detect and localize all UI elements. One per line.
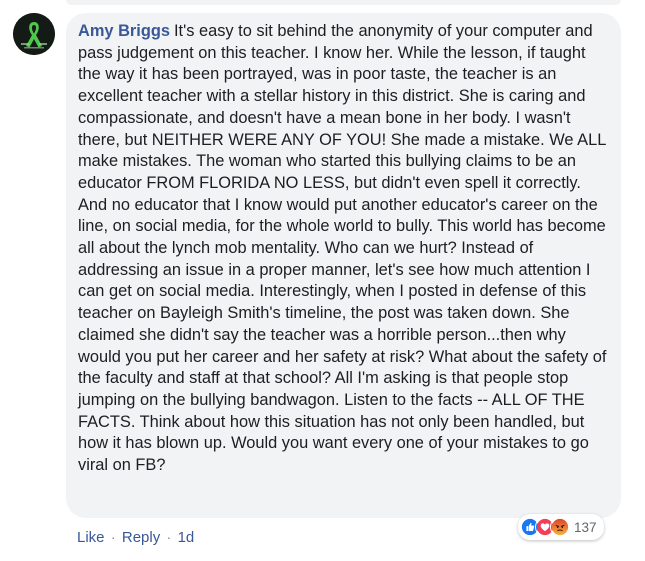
reactions-summary[interactable]: 137 (518, 514, 604, 540)
like-button[interactable]: Like (77, 529, 105, 546)
previous-comment-bubble-edge (66, 0, 621, 5)
action-separator: · (166, 529, 172, 546)
angry-icon (550, 517, 570, 537)
comment-bubble: Amy Briggs It's easy to sit behind the an… (66, 13, 621, 518)
comment-timestamp[interactable]: 1d (178, 529, 195, 546)
comment-text: It's easy to sit behind the anonymity of… (78, 22, 607, 475)
green-awareness-ribbon-icon (13, 13, 55, 55)
action-separator: · (110, 529, 116, 546)
comment-body: Amy Briggs It's easy to sit behind the an… (78, 21, 609, 477)
comment-author-link[interactable]: Amy Briggs (78, 22, 170, 40)
avatar[interactable] (13, 13, 55, 55)
reply-button[interactable]: Reply (122, 529, 160, 546)
reaction-count: 137 (574, 519, 597, 535)
comment-actions: Like · Reply · 1d (77, 528, 194, 548)
